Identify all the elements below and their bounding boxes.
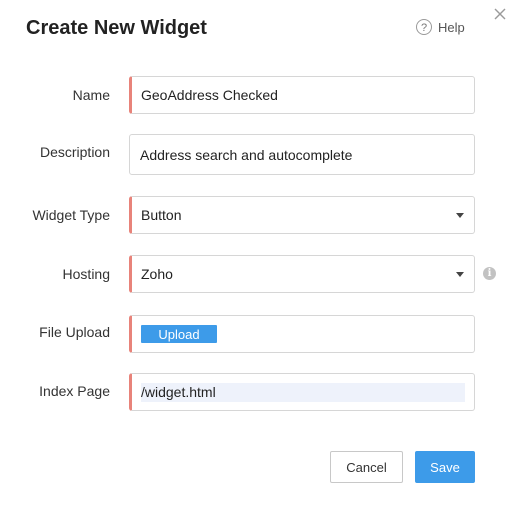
description-value: Address search and autocomplete [140,146,353,163]
index-page-input[interactable]: /widget.html [141,382,465,402]
description-row: Description Address search and autocompl… [0,132,513,175]
index-page-field: /widget.html [129,373,475,411]
widget-type-value: Button [141,207,182,223]
index-page-label: Index Page [39,383,110,399]
save-button[interactable]: Save [415,451,475,483]
widget-type-select[interactable]: Button [129,196,475,234]
description-label: Description [39,144,110,160]
create-widget-dialog: Create New Widget ? Help Name GeoAddress… [0,0,513,508]
name-input[interactable]: GeoAddress Checked [129,76,475,114]
index-page-row: Index Page /widget.html [0,371,513,411]
help-label: Help [438,19,465,35]
name-value: GeoAddress Checked [141,87,278,103]
hosting-label: Hosting [62,266,110,282]
info-icon[interactable]: i [483,267,496,280]
widget-type-label: Widget Type [32,207,110,223]
close-icon[interactable] [492,6,508,22]
hosting-row: Hosting Zoho i [0,254,513,294]
chevron-down-icon [456,213,464,218]
description-input[interactable]: Address search and autocomplete [129,134,475,175]
help-link[interactable]: ? Help [416,19,465,35]
name-row: Name GeoAddress Checked [0,75,513,115]
chevron-down-icon [456,272,464,277]
file-upload-row: File Upload Upload [0,312,513,353]
upload-button[interactable]: Upload [141,325,217,343]
hosting-select[interactable]: Zoho [129,255,475,293]
file-upload-label: File Upload [39,324,110,340]
name-label: Name [72,87,110,103]
question-circle-icon: ? [416,19,432,35]
dialog-title: Create New Widget [26,17,207,39]
hosting-value: Zoho [141,266,173,282]
widget-type-row: Widget Type Button [0,195,513,235]
cancel-button[interactable]: Cancel [330,451,403,483]
file-upload-field: Upload [129,315,475,353]
